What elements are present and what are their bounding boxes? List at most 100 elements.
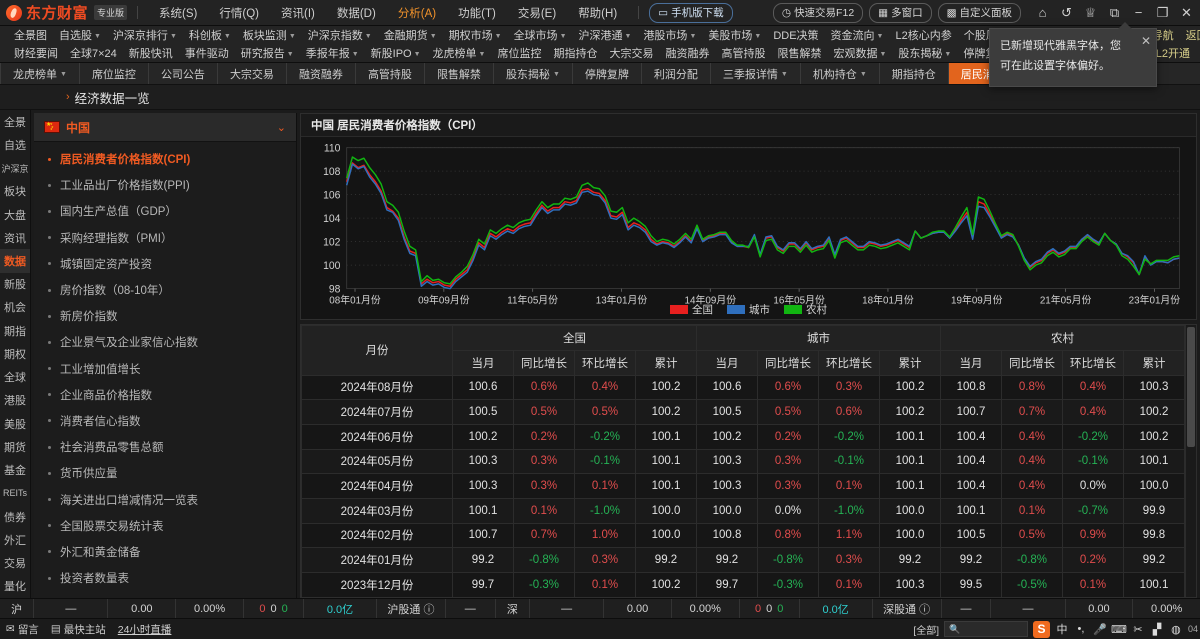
nav-item-nav_row1-2[interactable]: 沪深京排行 ▼ bbox=[107, 27, 183, 43]
tab-10[interactable]: 三季报详情 ▼ bbox=[711, 63, 801, 84]
menu-item-1[interactable]: 行情(Q) bbox=[208, 1, 270, 25]
sogou-ime-icon[interactable]: S bbox=[1032, 620, 1050, 638]
table-subcol-header-0-3[interactable]: 累计 bbox=[635, 349, 697, 376]
index-list-item-12[interactable]: 货币供应量 bbox=[34, 460, 296, 486]
mobile-download-button[interactable]: ▭ 手机版下载 bbox=[649, 2, 733, 23]
table-row[interactable]: 2024年06月份 100.2 0.2% -0.2% 100.1 100.2 0.2% -0.… bbox=[301, 423, 1185, 450]
rail-item-2[interactable]: 沪深京 bbox=[0, 156, 30, 179]
nav-item-nav_row2-12[interactable]: 高管持股 bbox=[715, 45, 771, 61]
index-list-item-14[interactable]: 全国股票交易统计表 bbox=[34, 513, 296, 539]
status-cell-7[interactable]: — bbox=[446, 599, 496, 618]
menu-item-7[interactable]: 帮助(H) bbox=[567, 1, 628, 25]
status-cell-8[interactable]: 深 bbox=[496, 599, 530, 618]
table-row[interactable]: 2024年05月份 100.3 0.3% -0.1% 100.1 100.3 0.3% -0.… bbox=[301, 448, 1185, 475]
menu-item-3[interactable]: 数据(D) bbox=[326, 1, 387, 25]
tab-6[interactable]: 限售解禁 bbox=[425, 63, 494, 84]
index-list-item-8[interactable]: 工业增加值增长 bbox=[34, 356, 296, 382]
nav-item-nav_row1-13[interactable]: 资金流向 ▼ bbox=[825, 27, 890, 43]
status-cell-14[interactable]: 深股通 ⓘ bbox=[873, 599, 942, 618]
status-cell-17[interactable]: 0.00 bbox=[1066, 599, 1134, 618]
country-header[interactable]: ★ ★ ★ ★ 中国 ⌄ bbox=[34, 113, 296, 142]
table-row[interactable]: 2024年08月份 100.6 0.6% 0.4% 100.2 100.6 0.6% 0.3%… bbox=[301, 374, 1185, 401]
index-list-item-0[interactable]: 居民消费者价格指数(CPI) bbox=[34, 146, 296, 172]
index-list-item-6[interactable]: 新房价指数 bbox=[34, 303, 296, 329]
index-list-item-1[interactable]: 工业品出厂价格指数(PPI) bbox=[34, 172, 296, 198]
nav-item-nav_row2-14[interactable]: 宏观数据 ▼ bbox=[827, 45, 892, 61]
nav-item-nav_row1-6[interactable]: 金融期货 ▼ bbox=[378, 27, 443, 43]
menu-item-0[interactable]: 系统(S) bbox=[148, 1, 208, 25]
table-subcol-header-0-2[interactable]: 环比增长 bbox=[574, 349, 636, 376]
nav-item-nav_row2-9[interactable]: 期指持仓 bbox=[547, 45, 603, 61]
table-scrollbar[interactable] bbox=[1185, 324, 1196, 597]
table-subcol-header-0-0[interactable]: 当月 bbox=[452, 349, 514, 376]
table-subcol-header-1-2[interactable]: 环比增长 bbox=[818, 349, 880, 376]
status-cell-15[interactable]: — bbox=[942, 599, 992, 618]
index-list-item-4[interactable]: 城镇固定资产投资 bbox=[34, 251, 296, 277]
nav-item-nav_row1-3[interactable]: 科创板 ▼ bbox=[183, 27, 237, 43]
table-subcol-header-2-2[interactable]: 环比增长 bbox=[1062, 349, 1124, 376]
chevron-down-icon[interactable]: ⌄ bbox=[277, 121, 286, 134]
home-icon[interactable]: ⌂ bbox=[1035, 5, 1050, 20]
soft-keyboard-icon[interactable]: ⌨ bbox=[1111, 622, 1127, 636]
rail-item-15[interactable]: 基金 bbox=[0, 459, 30, 482]
tab-8[interactable]: 停牌复牌 bbox=[573, 63, 642, 84]
legend-entry-1[interactable]: 城市 bbox=[727, 302, 770, 317]
nav-item-nav_row1-8[interactable]: 全球市场 ▼ bbox=[508, 27, 573, 43]
tab-3[interactable]: 大宗交易 bbox=[218, 63, 287, 84]
rail-item-12[interactable]: 港股 bbox=[0, 389, 30, 412]
status-cell-3[interactable]: 0.00% bbox=[176, 599, 244, 618]
nav-item-nav_row1-0[interactable]: 全景图 bbox=[8, 27, 53, 43]
status-cell-6[interactable]: 沪股通 ⓘ bbox=[377, 599, 446, 618]
rail-item-18[interactable]: 外汇 bbox=[0, 528, 30, 551]
index-list-item-5[interactable]: 房价指数（08-10年） bbox=[34, 277, 296, 303]
custom-panel-button[interactable]: ▩ 自定义面板 bbox=[937, 2, 1021, 23]
rail-item-11[interactable]: 全球 bbox=[0, 366, 30, 389]
status-cell-10[interactable]: 0.00 bbox=[604, 599, 672, 618]
status-cell-5[interactable]: 0.0亿 bbox=[304, 599, 377, 618]
nav-item-nav_row1-7[interactable]: 期权市场 ▼ bbox=[443, 27, 508, 43]
nav-item-nav_row1-5[interactable]: 沪深京指数 ▼ bbox=[302, 27, 378, 43]
rail-item-0[interactable]: 全景 bbox=[0, 110, 30, 133]
tab-4[interactable]: 融资融券 bbox=[287, 63, 356, 84]
rail-item-7[interactable]: 新股 bbox=[0, 273, 30, 296]
rail-item-1[interactable]: 自选 bbox=[0, 133, 30, 156]
status-cell-1[interactable]: — bbox=[34, 599, 109, 618]
minimize-icon[interactable]: − bbox=[1131, 5, 1146, 20]
nav-item-nav_row1-9[interactable]: 沪深港通 ▼ bbox=[573, 27, 638, 43]
nav-item-nav_row2-5[interactable]: 季报年报 ▼ bbox=[300, 45, 365, 61]
rail-item-6[interactable]: 数据 bbox=[0, 249, 30, 273]
rail-item-5[interactable]: 资讯 bbox=[0, 226, 30, 249]
table-subcol-header-0-1[interactable]: 同比增长 bbox=[513, 349, 575, 376]
account-icon[interactable]: ◍ bbox=[1169, 622, 1183, 636]
undo-icon[interactable]: ↺ bbox=[1059, 5, 1074, 20]
nav-item-nav_row2-3[interactable]: 事件驱动 bbox=[179, 45, 235, 61]
legend-entry-0[interactable]: 全国 bbox=[670, 302, 713, 317]
index-list-item-9[interactable]: 企业商品价格指数 bbox=[34, 382, 296, 408]
index-list-item-2[interactable]: 国内生产总值（GDP） bbox=[34, 198, 296, 224]
nav-item-nav_row1-1[interactable]: 自选股 ▼ bbox=[53, 27, 107, 43]
rail-item-19[interactable]: 交易 bbox=[0, 551, 30, 574]
nav-item-nav_row2-7[interactable]: 龙虎榜单 ▼ bbox=[427, 45, 492, 61]
tab-0[interactable]: 龙虎榜单 ▼ bbox=[0, 63, 80, 84]
status-cell-9[interactable]: — bbox=[530, 599, 605, 618]
nav-item-nav_row2-4[interactable]: 研究报告 ▼ bbox=[235, 45, 300, 61]
nav-item-nav_row1-11[interactable]: 美股市场 ▼ bbox=[702, 27, 767, 43]
status-cell-2[interactable]: 0.00 bbox=[108, 599, 177, 618]
chart-plot-area[interactable]: 98 100 102 104 106 108 110 08年01月份 09年09月份 11年05月… bbox=[301, 137, 1196, 319]
table-scrollbar-thumb[interactable] bbox=[1187, 326, 1195, 447]
rail-item-3[interactable]: 板块 bbox=[0, 180, 30, 203]
rail-item-10[interactable]: 期权 bbox=[0, 342, 30, 365]
nav-item-nav_row1-10[interactable]: 港股市场 ▼ bbox=[637, 27, 702, 43]
table-subcol-header-1-3[interactable]: 累计 bbox=[879, 349, 941, 376]
taskbar-link-0[interactable]: ✉ 留言 bbox=[0, 622, 45, 637]
ime-search-input[interactable]: 🔍 bbox=[943, 621, 1028, 637]
rail-item-13[interactable]: 美股 bbox=[0, 412, 30, 435]
table-subcol-header-1-0[interactable]: 当月 bbox=[696, 349, 758, 376]
tab-12[interactable]: 期指持仓 bbox=[880, 63, 949, 84]
rail-item-4[interactable]: 大盘 bbox=[0, 203, 30, 226]
menu-item-6[interactable]: 交易(E) bbox=[507, 1, 567, 25]
index-list-item-13[interactable]: 海关进出口增减情况一览表 bbox=[34, 486, 296, 512]
taskbar-link-1[interactable]: ▤ 最快主站 bbox=[45, 622, 112, 637]
index-list-item-15[interactable]: 外汇和黄金储备 bbox=[34, 539, 296, 565]
nav-item-nav_row2-15[interactable]: 股东揭秘 ▼ bbox=[892, 45, 957, 61]
